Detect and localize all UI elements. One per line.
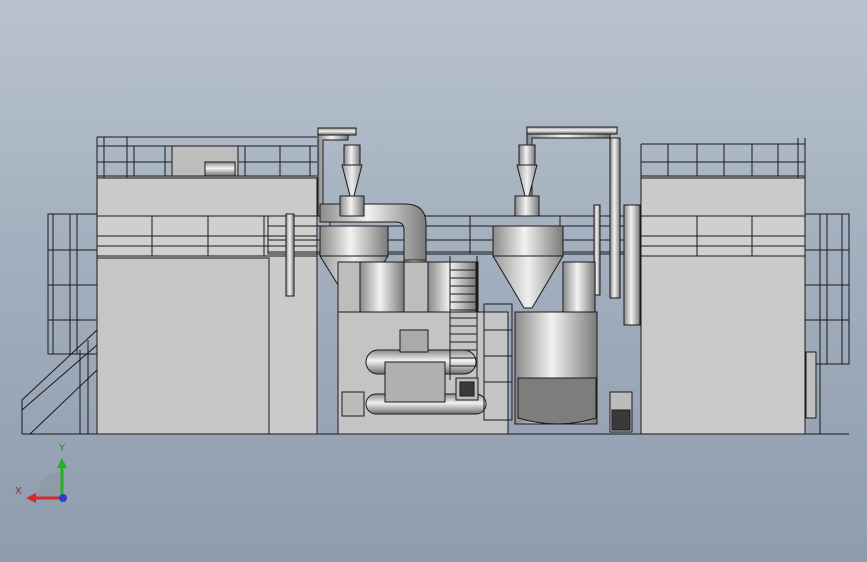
x-axis-label: X [15,486,22,497]
cad-viewport[interactable]: Y X [0,0,867,562]
right-tower [640,138,850,435]
assembly-drawing [21,126,850,503]
y-axis-label: Y [59,443,66,454]
left-tower [21,136,318,435]
cyclone-right [492,144,564,309]
coordinate-triad-icon [26,458,67,503]
process-tanks [337,261,598,435]
